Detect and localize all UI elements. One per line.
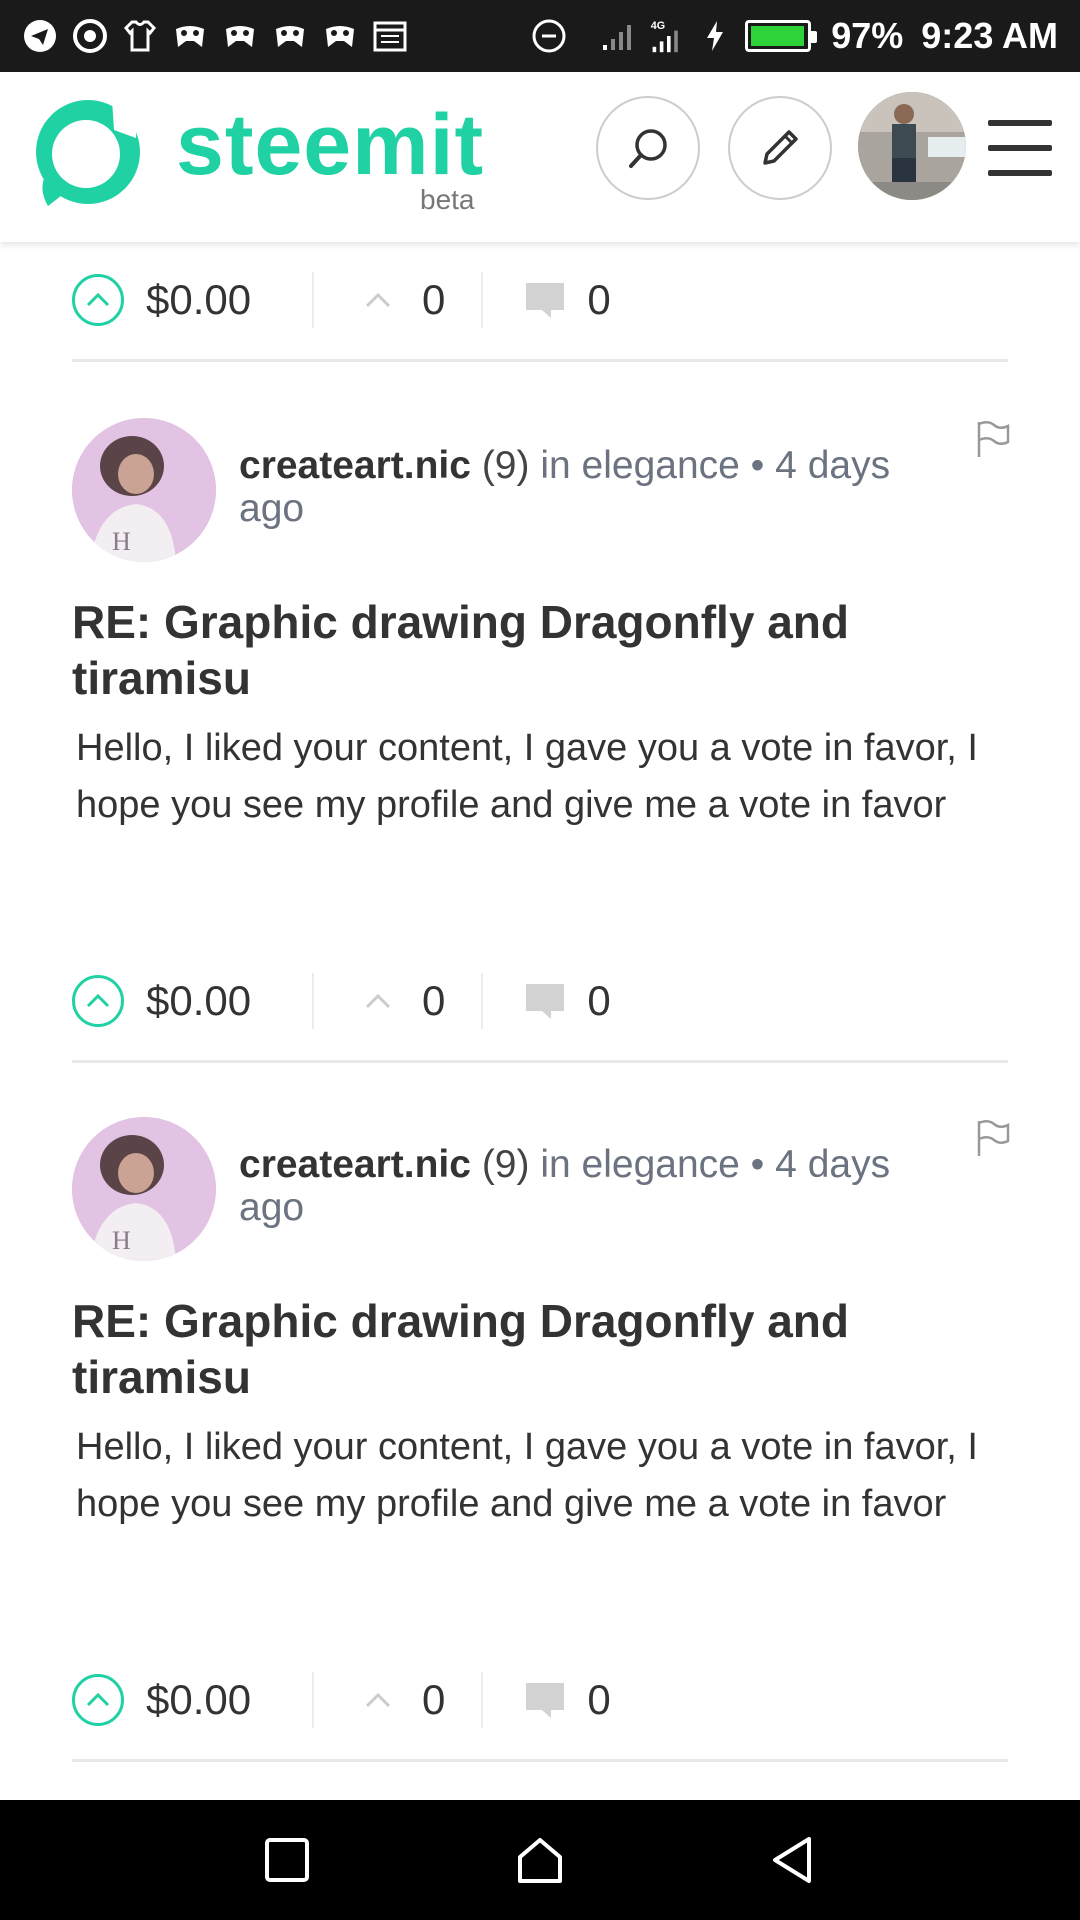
comment-icon[interactable]: [523, 1680, 567, 1720]
home-button[interactable]: [510, 1830, 570, 1890]
clock: 9:23 AM: [921, 15, 1058, 56]
upvote-button[interactable]: [72, 975, 124, 1027]
comment-count[interactable]: 0: [587, 977, 610, 1025]
search-icon: [629, 129, 667, 168]
post-card: H createart.nic (9) in elegance • 4 days…: [72, 418, 1010, 826]
back-button[interactable]: [763, 1830, 823, 1890]
home-icon: [517, 1838, 562, 1883]
author-avatar[interactable]: H: [72, 1117, 216, 1261]
feed: $0.00 0 0 H createart.nic (9) in eleganc…: [0, 242, 1080, 1800]
post-body[interactable]: Hello, I liked your content, I gave you …: [76, 1419, 1008, 1533]
battery-percent: 97%: [831, 15, 904, 56]
post-footer: $0.00 0 0: [72, 250, 1008, 362]
divider: [72, 1759, 1008, 1762]
post-body[interactable]: Hello, I liked your content, I gave you …: [76, 720, 1008, 834]
vote-count[interactable]: 0: [422, 1676, 445, 1724]
game-controller-icon: [222, 18, 258, 54]
signal-4g-icon: 4G: [649, 18, 685, 54]
post-title[interactable]: RE: Graphic drawing Dragonfly and tirami…: [72, 594, 1008, 706]
chevron-up-icon: [86, 993, 110, 1008]
post-meta: createart.nic (9) in elegance • 4 days a…: [239, 444, 959, 530]
flag-icon: [977, 1120, 1010, 1156]
payout-value[interactable]: $0.00: [146, 977, 274, 1025]
meta-separator: •: [750, 1143, 765, 1186]
payout-value[interactable]: $0.00: [146, 276, 274, 324]
vote-count[interactable]: 0: [422, 276, 445, 324]
author-reputation: (9): [481, 1143, 530, 1186]
voters-caret-icon[interactable]: [358, 291, 398, 309]
upvote-button[interactable]: [72, 1674, 124, 1726]
author-name[interactable]: createart.nic: [239, 444, 471, 487]
square-icon: [264, 1838, 309, 1882]
comment-icon[interactable]: [523, 280, 567, 320]
dnd-icon: [531, 18, 567, 54]
voters-caret-icon[interactable]: [358, 992, 398, 1010]
telegram-icon: [22, 18, 58, 54]
charging-icon: [697, 18, 733, 54]
flag-button[interactable]: [976, 420, 1010, 458]
hamburger-menu-button[interactable]: [988, 120, 1052, 176]
post-footer: $0.00 0 0: [72, 1650, 1008, 1762]
steemit-logo-icon[interactable]: [28, 94, 144, 210]
svg-text:H: H: [112, 1226, 131, 1255]
search-button[interactable]: [596, 96, 700, 200]
voters-caret-icon[interactable]: [358, 1691, 398, 1709]
chevron-up-icon: [86, 292, 110, 307]
app-header: steemit beta: [0, 72, 1080, 242]
beta-label: beta: [420, 184, 475, 215]
flag-button[interactable]: [976, 1119, 1010, 1157]
status-bar: 4G 97% 9:23 AM: [0, 0, 1080, 72]
author-avatar[interactable]: H: [72, 418, 216, 562]
battery-icon: [745, 20, 818, 52]
post-title[interactable]: RE: Graphic drawing Dragonfly and tirami…: [72, 1293, 1008, 1405]
payout-value[interactable]: $0.00: [146, 1676, 274, 1724]
system-nav-bar: [0, 1800, 1080, 1920]
author-reputation: (9): [481, 444, 530, 487]
meta-separator: •: [750, 444, 765, 487]
upvote-button[interactable]: [72, 274, 124, 326]
comment-count[interactable]: 0: [587, 276, 610, 324]
game-controller-icon: [272, 18, 308, 54]
chevron-up-icon: [86, 1692, 110, 1707]
comment-count[interactable]: 0: [587, 1676, 610, 1724]
back-icon: [773, 1837, 812, 1883]
compose-button[interactable]: [728, 96, 832, 200]
pencil-icon: [763, 130, 798, 165]
signal-icon: [601, 18, 637, 54]
svg-text:H: H: [112, 527, 131, 556]
svg-text:4G: 4G: [651, 20, 665, 32]
divider: [72, 1060, 1008, 1063]
user-avatar[interactable]: [858, 92, 966, 200]
recents-button[interactable]: [257, 1830, 317, 1890]
comment-icon[interactable]: [523, 981, 567, 1021]
flag-icon: [977, 421, 1010, 457]
chrome-icon: [72, 18, 108, 54]
author-name[interactable]: createart.nic: [239, 1143, 471, 1186]
post-card: H createart.nic (9) in elegance • 4 days…: [72, 1117, 1010, 1525]
community-link[interactable]: in elegance: [540, 1143, 740, 1186]
divider: [72, 359, 1008, 362]
post-meta: createart.nic (9) in elegance • 4 days a…: [239, 1143, 959, 1229]
shirt-icon: [122, 18, 158, 54]
game-controller-icon: [322, 18, 358, 54]
community-link[interactable]: in elegance: [540, 444, 740, 487]
game-controller-icon: [172, 18, 208, 54]
brand-name[interactable]: steemit: [176, 102, 484, 188]
post-footer: $0.00 0 0: [72, 951, 1008, 1063]
vote-count[interactable]: 0: [422, 977, 445, 1025]
calendar-icon: [372, 18, 408, 54]
